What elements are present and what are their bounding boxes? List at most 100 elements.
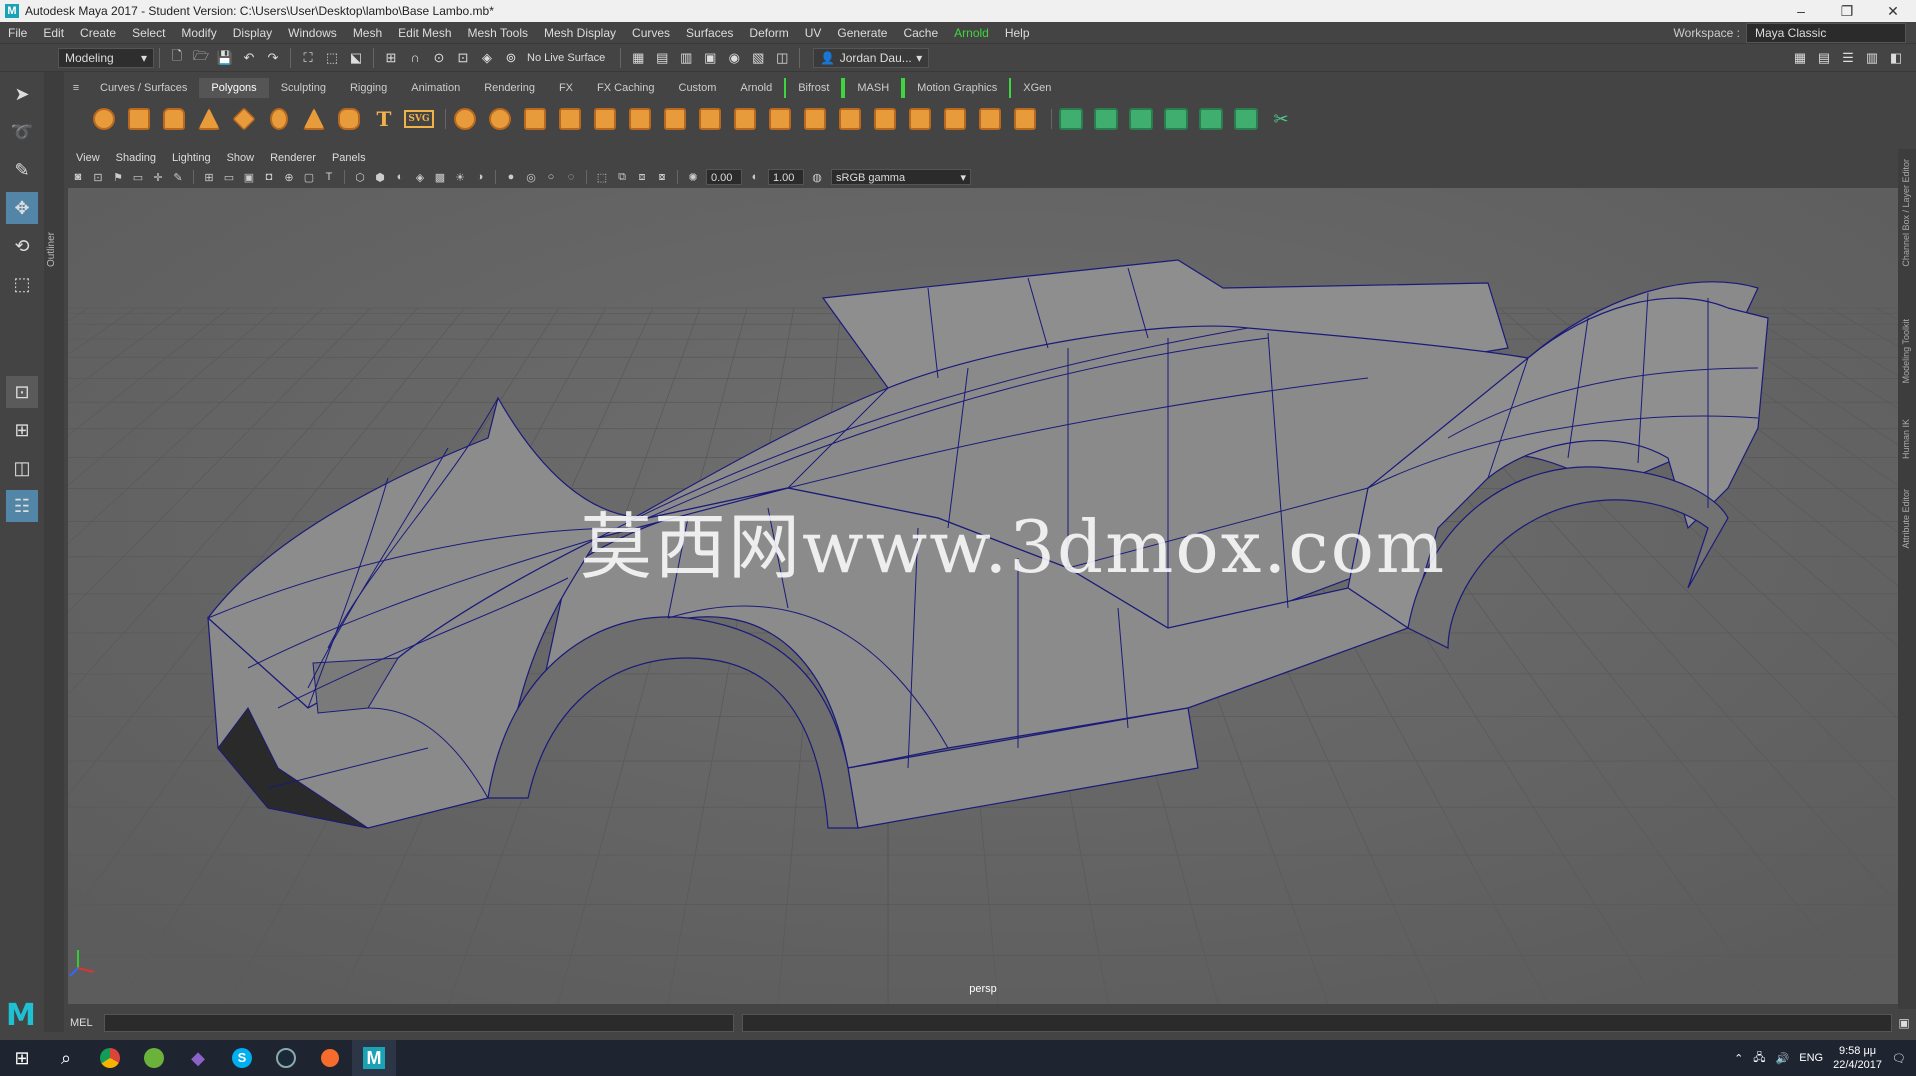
bevel-icon[interactable] xyxy=(661,105,689,133)
snap-view-icon[interactable]: ⊡ xyxy=(453,48,473,68)
skype-icon[interactable]: S xyxy=(220,1040,264,1076)
visual-studio-icon[interactable]: ◆ xyxy=(176,1040,220,1076)
origin-icon[interactable] xyxy=(308,1040,352,1076)
render-view-icon[interactable]: ▦ xyxy=(628,48,648,68)
poly-plane-icon[interactable] xyxy=(230,105,258,133)
single-view-icon[interactable]: ⊡ xyxy=(6,376,38,408)
tab-modeling-toolkit[interactable]: Modeling Toolkit xyxy=(1901,319,1911,383)
auto-uv-icon[interactable] xyxy=(1162,105,1190,133)
xray-joints-icon[interactable]: ⧈ xyxy=(634,169,650,185)
menu-mesh-display[interactable]: Mesh Display xyxy=(536,26,624,40)
menu-generate[interactable]: Generate xyxy=(829,26,895,40)
tab-sculpting[interactable]: Sculpting xyxy=(269,78,338,98)
script-language-label[interactable]: MEL xyxy=(64,1017,104,1029)
poly-cube-icon[interactable] xyxy=(125,105,153,133)
field-chart-icon[interactable]: ⊕ xyxy=(281,169,297,185)
exposure-field[interactable]: 0.00 xyxy=(706,169,742,185)
poly-prism-icon[interactable] xyxy=(300,105,328,133)
network-icon[interactable]: 🖧 xyxy=(1753,1049,1765,1068)
snap-curve-icon[interactable]: ∩ xyxy=(405,48,425,68)
tab-animation[interactable]: Animation xyxy=(399,78,472,98)
tab-mash[interactable]: MASH xyxy=(843,78,904,98)
menu-arnold[interactable]: Arnold xyxy=(946,26,997,40)
smooth-icon[interactable] xyxy=(556,105,584,133)
menu-modify[interactable]: Modify xyxy=(173,26,224,40)
restore-button[interactable]: ❐ xyxy=(1824,3,1870,20)
cylindrical-uv-icon[interactable] xyxy=(1092,105,1120,133)
tab-arnold[interactable]: Arnold xyxy=(728,78,784,98)
insert-edge-loop-icon[interactable] xyxy=(906,105,934,133)
select-object-icon[interactable]: ⬚ xyxy=(322,48,342,68)
resolution-gate-icon[interactable]: ▣ xyxy=(241,169,257,185)
fill-hole-icon[interactable] xyxy=(836,105,864,133)
command-input[interactable] xyxy=(104,1014,734,1032)
use-all-lights-icon[interactable]: ☀ xyxy=(452,169,468,185)
close-button[interactable]: ✕ xyxy=(1870,3,1916,20)
lasso-tool-icon[interactable]: ➰ xyxy=(6,116,38,148)
menu-create[interactable]: Create xyxy=(72,26,124,40)
volume-icon[interactable]: 🔊 xyxy=(1776,1052,1790,1065)
spherical-uv-icon[interactable] xyxy=(1127,105,1155,133)
modeling-toolkit-icon[interactable]: ▦ xyxy=(1790,48,1810,68)
film-gate-icon[interactable]: ▭ xyxy=(221,169,237,185)
arnold-render-icon[interactable]: ▧ xyxy=(748,48,768,68)
viewport-scene[interactable] xyxy=(68,188,1898,1004)
menu-uv[interactable]: UV xyxy=(797,26,830,40)
tab-polygons[interactable]: Polygons xyxy=(199,78,269,98)
menu-surfaces[interactable]: Surfaces xyxy=(678,26,741,40)
outliner-strip[interactable]: Outliner xyxy=(44,72,64,1032)
new-scene-icon[interactable]: 🗋 xyxy=(167,48,187,68)
unfold-uv-icon[interactable] xyxy=(1197,105,1225,133)
notification-icon[interactable]: 🗨 xyxy=(1892,1052,1906,1065)
combine-icon[interactable] xyxy=(451,105,479,133)
append-polygon-icon[interactable] xyxy=(801,105,829,133)
paint-select-icon[interactable]: ✎ xyxy=(6,154,38,186)
poly-sphere-icon[interactable] xyxy=(90,105,118,133)
menu-file[interactable]: File xyxy=(0,26,35,40)
undo-icon[interactable]: ↶ xyxy=(239,48,259,68)
tab-custom[interactable]: Custom xyxy=(667,78,729,98)
chrome-icon[interactable] xyxy=(88,1040,132,1076)
maya-taskbar-icon[interactable]: M xyxy=(352,1040,396,1076)
tab-human-ik[interactable]: Human IK xyxy=(1901,419,1911,459)
menu-select[interactable]: Select xyxy=(124,26,173,40)
reduce-icon[interactable] xyxy=(1011,105,1039,133)
isolate-select-icon[interactable]: ⬚ xyxy=(594,169,610,185)
two-d-pan-icon[interactable]: ✛ xyxy=(150,169,166,185)
menu-cache[interactable]: Cache xyxy=(895,26,946,40)
script-editor-icon[interactable]: ▣ xyxy=(1894,1013,1914,1033)
wireframe-on-shaded-icon[interactable]: ◈ xyxy=(412,169,428,185)
menu-set-dropdown[interactable]: Modeling ▾ xyxy=(58,47,154,68)
camera-icon[interactable]: ◙ xyxy=(70,169,86,185)
render-frame-icon[interactable]: ▤ xyxy=(652,48,672,68)
outliner-view-icon[interactable]: ☷ xyxy=(6,490,38,522)
multi-cut-icon[interactable] xyxy=(696,105,724,133)
panel-menu-shading[interactable]: Shading xyxy=(108,152,164,164)
open-scene-icon[interactable]: 🗁 xyxy=(191,48,211,68)
panel-menu-show[interactable]: Show xyxy=(219,152,263,164)
channel-box-icon[interactable]: ▥ xyxy=(1862,48,1882,68)
tab-bifrost[interactable]: Bifrost xyxy=(784,78,844,98)
camera-attributes-icon[interactable]: ⊡ xyxy=(90,169,106,185)
panel-menu-view[interactable]: View xyxy=(68,152,108,164)
safe-action-icon[interactable]: ▢ xyxy=(301,169,317,185)
separate-icon[interactable] xyxy=(486,105,514,133)
tab-motion-graphics[interactable]: Motion Graphics xyxy=(903,78,1012,98)
save-scene-icon[interactable]: 💾 xyxy=(215,48,235,68)
ambient-occlusion-icon[interactable]: ● xyxy=(503,169,519,185)
rotate-tool-icon[interactable]: ⟲ xyxy=(6,230,38,262)
redo-icon[interactable]: ↷ xyxy=(263,48,283,68)
shadows-icon[interactable]: ◑ xyxy=(472,169,488,185)
uv-editor-icon[interactable] xyxy=(1232,105,1260,133)
depth-of-field-icon[interactable]: ◌ xyxy=(563,169,579,185)
panel-menu-panels[interactable]: Panels xyxy=(324,152,374,164)
menu-display[interactable]: Display xyxy=(225,26,280,40)
language-indicator[interactable]: ENG xyxy=(1799,1052,1823,1064)
svg-tool-icon[interactable]: SVG xyxy=(404,105,434,133)
move-tool-icon[interactable]: ✥ xyxy=(6,192,38,224)
snap-surface-icon[interactable]: ◈ xyxy=(477,48,497,68)
tab-curves-surfaces[interactable]: Curves / Surfaces xyxy=(88,78,199,98)
chevron-up-icon[interactable]: ⌃ xyxy=(1734,1052,1743,1065)
mirror-icon[interactable] xyxy=(521,105,549,133)
menu-edit[interactable]: Edit xyxy=(35,26,72,40)
